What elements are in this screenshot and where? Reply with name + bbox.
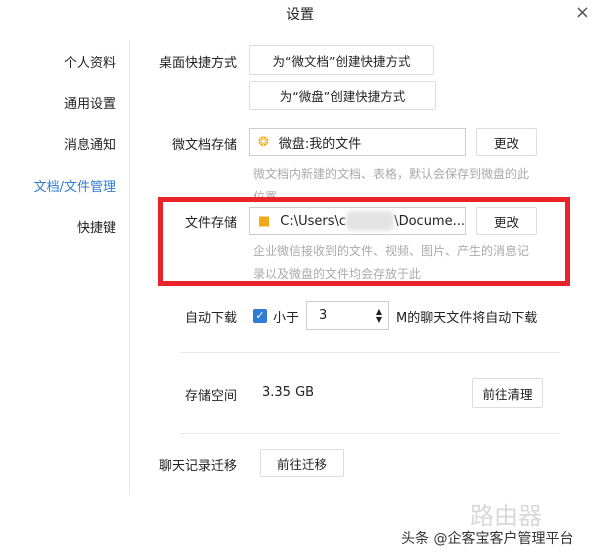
migrate-button[interactable]: 前往迁移: [260, 449, 344, 477]
doc-storage-change-button[interactable]: 更改: [476, 128, 537, 156]
create-disk-shortcut-button[interactable]: 为“微盘”创建快捷方式: [249, 81, 436, 110]
size-spinner[interactable]: 3 ▲ ▼: [306, 301, 389, 330]
doc-storage-label: 微文档存储: [171, 138, 237, 153]
watermark-logo: 路由器: [470, 502, 542, 530]
weidisk-icon: ❂: [258, 134, 269, 150]
sidebar-item-profile[interactable]: 个人资料: [64, 52, 116, 71]
size-value: 3: [319, 308, 328, 323]
file-storage-value-suffix: \Docume...: [394, 213, 465, 229]
sidebar-item-notifications[interactable]: 消息通知: [64, 134, 116, 153]
doc-storage-path: ❂ 微盘:我的文件: [249, 128, 466, 156]
sidebar-item-general[interactable]: 通用设置: [64, 93, 116, 112]
window-title: 设置: [286, 7, 314, 23]
sidebar-item-shortcuts[interactable]: 快捷键: [77, 217, 116, 236]
migrate-label: 聊天记录迁移: [158, 459, 237, 474]
divider: [180, 352, 560, 353]
divider: [180, 433, 560, 434]
clean-storage-button[interactable]: 前往清理: [472, 378, 543, 408]
create-doc-shortcut-button[interactable]: 为“微文档”创建快捷方式: [249, 45, 434, 75]
sidebar-item-files[interactable]: 文档/文件管理: [34, 176, 116, 195]
auto-download-suffix: M的聊天文件将自动下载: [396, 311, 538, 326]
storage-value: 3.35 GB: [262, 385, 315, 400]
watermark-text: 头条 @企客宝客户管理平台: [401, 531, 574, 547]
auto-download-less-than: 小于: [273, 311, 300, 326]
sidebar-divider: [129, 40, 130, 495]
file-storage-value-prefix: C:\Users\c: [280, 213, 347, 229]
file-storage-path: ■ C:\Users\c \Docume...: [249, 207, 466, 235]
file-storage-change-button[interactable]: 更改: [476, 207, 537, 235]
auto-download-label: 自动下载: [184, 311, 237, 326]
file-storage-label: 文件存储: [184, 216, 237, 231]
shortcut-label: 桌面快捷方式: [158, 56, 237, 71]
doc-storage-value: 微盘:我的文件: [278, 136, 362, 152]
auto-download-checkbox[interactable]: ✓: [253, 309, 267, 323]
spinner-arrows-icon[interactable]: ▲ ▼: [376, 307, 382, 324]
file-storage-hint: 企业微信接收到的文件、视频、图片、产生的消息记录以及微盘的文件均会存放于此: [253, 244, 530, 281]
redacted-blur: [346, 211, 395, 231]
storage-label: 存储空间: [184, 389, 237, 404]
close-icon[interactable]: ×: [575, 2, 590, 23]
folder-icon: ■: [258, 213, 271, 229]
